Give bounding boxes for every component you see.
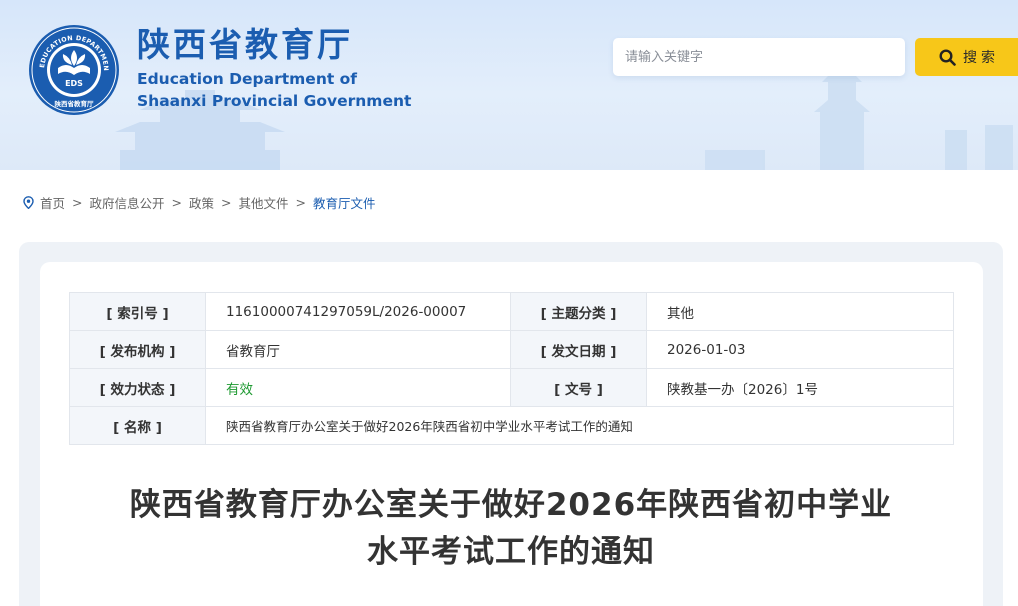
breadcrumb-separator: > [171,194,182,210]
doc-number-label: [ 文号 ] [510,368,647,407]
document-title-line2: 水平考试工作的通知 [367,534,655,570]
breadcrumb-separator: > [72,194,83,210]
issuer-label: [ 发布机构 ] [69,330,206,369]
site-title-en-line1: Education Department of [137,70,358,88]
index-number-value: 11610000741297059L/2026-00007 [205,292,511,331]
index-number-label: [ 索引号 ] [69,292,206,331]
breadcrumb-home[interactable]: 首页 [40,193,65,212]
search-input[interactable] [613,38,905,76]
eds-emblem-logo: EDUCATION DEPARTMENT OF SHAANXI EDS 陕西省教… [28,24,119,115]
breadcrumb: 首页 > 政府信息公开 > 政策 > 其他文件 > 教育厅文件 [22,193,376,211]
doc-name-value: 陕西省教育厅办公室关于做好2026年陕西省初中学业水平考试工作的通知 [205,406,954,445]
issue-date-value: 2026-01-03 [646,330,954,369]
table-row: [ 效力状态 ] 有效 [ 文号 ] 陕教基一办〔2026〕1号 [69,368,954,407]
document-title: 陕西省教育厅办公室关于做好2026年陕西省初中学业 水平考试工作的通知 [69,482,953,576]
validity-status-label: [ 效力状态 ] [69,368,206,407]
location-pin-icon [23,195,34,209]
svg-text:陕西省教育厅: 陕西省教育厅 [55,99,95,108]
site-header: EDUCATION DEPARTMENT OF SHAANXI EDS 陕西省教… [0,0,1018,170]
issue-date-label: [ 发文日期 ] [510,330,647,369]
search-button[interactable]: 搜索 [915,38,1018,76]
site-title-en: Education Department of Shaanxi Provinci… [137,68,411,112]
validity-status-value: 有效 [205,368,511,407]
table-row: [ 索引号 ] 11610000741297059L/2026-00007 [ … [69,292,954,331]
doc-name-label: [ 名称 ] [69,406,206,445]
subject-category-value: 其他 [646,292,954,331]
doc-number-value: 陕教基一办〔2026〕1号 [646,368,954,407]
table-row: [ 名称 ] 陕西省教育厅办公室关于做好2026年陕西省初中学业水平考试工作的通… [69,406,954,445]
subject-category-label: [ 主题分类 ] [510,292,647,331]
site-title-en-line2: Shaanxi Provincial Government [137,92,412,110]
document-title-line1: 陕西省教育厅办公室关于做好2026年陕西省初中学业 [129,487,893,523]
issuer-value: 省教育厅 [205,330,511,369]
search-button-label: 搜索 [963,50,999,66]
svg-text:EDS: EDS [65,79,83,88]
table-row: [ 发布机构 ] 省教育厅 [ 发文日期 ] 2026-01-03 [69,330,954,369]
site-title-cn: 陕西省教育厅 [137,25,353,64]
breadcrumb-dept-files[interactable]: 教育厅文件 [313,193,376,212]
breadcrumb-separator: > [221,194,232,210]
document-info-table: [ 索引号 ] 11610000741297059L/2026-00007 [ … [69,292,954,445]
search-icon [939,48,956,66]
breadcrumb-gov-info[interactable]: 政府信息公开 [90,193,165,212]
breadcrumb-policy[interactable]: 政策 [189,193,214,212]
breadcrumb-other-files[interactable]: 其他文件 [239,193,289,212]
breadcrumb-separator: > [295,194,306,210]
